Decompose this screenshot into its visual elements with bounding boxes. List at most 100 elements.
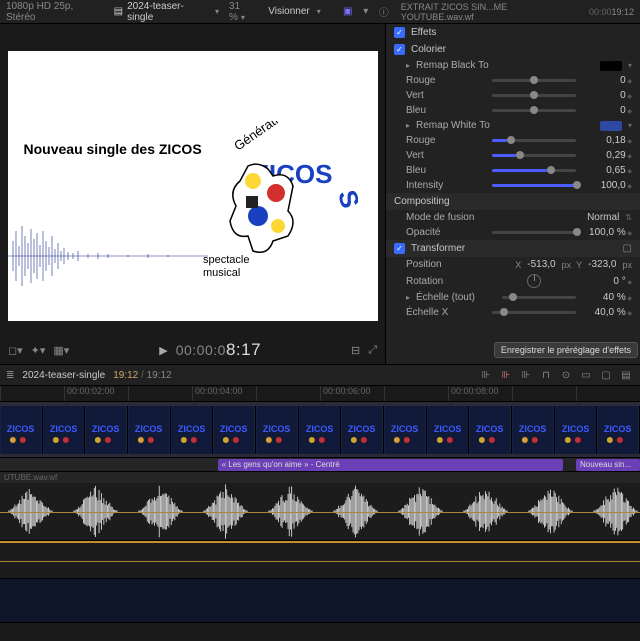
audio-track-2[interactable] — [0, 543, 640, 579]
video-thumbnail[interactable]: ZICOS — [597, 406, 640, 454]
audio-track-1[interactable] — [0, 483, 640, 541]
preview-canvas[interactable]: Nouveau single des ZICOS dummy — [8, 51, 378, 321]
project-label: 2024-teaser-single — [127, 1, 208, 23]
position-label: Position — [406, 259, 486, 270]
effects-header[interactable]: Effets — [411, 27, 436, 38]
settings-icon[interactable]: ▤ — [618, 368, 634, 382]
rouge-val[interactable]: 0 — [582, 75, 632, 86]
index-icon[interactable]: ≣ — [6, 370, 14, 381]
solo-icon[interactable]: ⊪ — [518, 368, 534, 382]
opacity-slider[interactable] — [492, 231, 576, 234]
play-button[interactable]: ▶ — [159, 344, 167, 357]
audio-skim-icon[interactable]: ⊪ — [498, 368, 514, 382]
bleu2-slider[interactable] — [492, 169, 576, 172]
video-thumbnail[interactable]: ZICOS — [555, 406, 598, 454]
rouge2-slider[interactable] — [492, 139, 576, 142]
opacity-val[interactable]: 100,0 % — [582, 227, 632, 238]
effects-checkbox[interactable]: ✓ — [394, 27, 405, 38]
scale-x-slider[interactable] — [492, 311, 576, 314]
headphones-icon[interactable]: ⊙ — [558, 368, 574, 382]
video-thumbnail[interactable]: ZICOS — [512, 406, 555, 454]
disclosure-icon[interactable]: ▸ — [406, 293, 410, 302]
timeline-area[interactable]: ZICOSZICOSZICOSZICOSZICOSZICOSZICOSZICOS… — [0, 402, 640, 623]
svg-text:ZICOS: ZICOS — [562, 424, 590, 434]
video-track[interactable]: ZICOSZICOSZICOSZICOSZICOSZICOSZICOSZICOS… — [0, 402, 640, 458]
color-tool-icon[interactable]: ▦▾ — [53, 344, 69, 357]
scale-all-slider[interactable] — [502, 296, 576, 299]
video-thumbnail[interactable]: ZICOS — [85, 406, 128, 454]
reveal-icon[interactable]: ▾ — [359, 5, 373, 19]
video-thumbnail[interactable]: ZICOS — [256, 406, 299, 454]
skimming-icon[interactable]: ⊪ — [478, 368, 494, 382]
timeline-ruler[interactable]: 00:00:02:00 00:00:04:00 00:00:06:00 00:0… — [0, 386, 640, 402]
scale-all-val[interactable]: 40 % — [582, 292, 632, 303]
black-swatch[interactable] — [600, 61, 622, 71]
video-thumbnail[interactable]: ZICOS — [43, 406, 86, 454]
video-thumbnail[interactable]: ZICOS — [341, 406, 384, 454]
zoom-level[interactable]: 31 % — [229, 1, 258, 23]
transformer-checkbox[interactable]: ✓ — [394, 243, 405, 254]
vert2-slider[interactable] — [492, 154, 576, 157]
vert-val[interactable]: 0 — [582, 90, 632, 101]
rouge2-val[interactable]: 0,18 — [582, 135, 632, 146]
video-thumbnail[interactable]: ZICOS — [299, 406, 342, 454]
bleu2-label: Bleu — [406, 165, 486, 176]
svg-text:ZICOS: ZICOS — [306, 424, 334, 434]
view-menu[interactable]: Visionner — [268, 6, 321, 17]
scale-all-label: Échelle (tout) — [416, 292, 496, 303]
video-thumbnail[interactable]: ZICOS — [128, 406, 171, 454]
svg-text:ZICOS: ZICOS — [604, 424, 632, 434]
svg-text:ZICOS: ZICOS — [92, 424, 120, 434]
rotation-val[interactable]: 0 ° — [582, 276, 632, 287]
colorier-header[interactable]: Colorier — [411, 44, 446, 55]
pos-y-val[interactable]: -323,0 — [588, 259, 616, 270]
bleu-label: Bleu — [406, 105, 486, 116]
bleu-val[interactable]: 0 — [582, 105, 632, 116]
colorier-checkbox[interactable]: ✓ — [394, 44, 405, 55]
save-icon[interactable]: ▣ — [341, 5, 355, 19]
transform-box-icon[interactable]: ▢ — [623, 243, 632, 254]
video-thumbnail[interactable]: ZICOS — [171, 406, 214, 454]
transformer-header[interactable]: Transformer — [411, 243, 465, 254]
intensity-val[interactable]: 100,0 — [582, 180, 632, 191]
disclosure-icon[interactable]: ▸ — [406, 121, 410, 130]
bleu2-val[interactable]: 0,65 — [582, 165, 632, 176]
video-thumbnail[interactable]: ZICOS — [0, 406, 43, 454]
pos-x-val[interactable]: -513,0 — [527, 259, 555, 270]
compositing-header[interactable]: Compositing — [394, 196, 450, 207]
project-name[interactable]: ▤ 2024-teaser-single — [114, 1, 219, 23]
snap-icon[interactable]: ⊓ — [538, 368, 554, 382]
opacity-label: Opacité — [406, 227, 486, 238]
music-track[interactable] — [0, 579, 640, 623]
svg-text:ZICOS: ZICOS — [50, 424, 78, 434]
title-clip-1[interactable]: « Les gens qu'on aime » - Centré — [218, 459, 564, 471]
display-icon[interactable]: ▢ — [598, 368, 614, 382]
rouge-slider[interactable] — [492, 79, 576, 82]
rotation-label: Rotation — [406, 276, 486, 287]
video-thumbnail[interactable]: ZICOS — [469, 406, 512, 454]
intensity-slider[interactable] — [492, 184, 576, 187]
ruler-tick — [128, 386, 192, 401]
title-track[interactable]: « Les gens qu'on aime » - Centré Nouveau… — [0, 458, 640, 472]
video-thumbnail[interactable]: ZICOS — [213, 406, 256, 454]
loop-icon[interactable]: ⊟ — [351, 344, 360, 357]
disclosure-icon[interactable]: ▸ — [406, 61, 410, 70]
scale-x-val[interactable]: 40,0 % — [582, 307, 632, 318]
video-thumbnail[interactable]: ZICOS — [384, 406, 427, 454]
title-clip-2[interactable]: Nouveau sin... — [576, 459, 640, 471]
bleu-slider[interactable] — [492, 109, 576, 112]
vert-slider[interactable] — [492, 94, 576, 97]
tl-project-name[interactable]: 2024-teaser-single — [22, 370, 105, 381]
video-thumbnail[interactable]: ZICOS — [427, 406, 470, 454]
wand-tool-icon[interactable]: ✦▾ — [31, 344, 46, 357]
vert2-val[interactable]: 0,29 — [582, 150, 632, 161]
timecode-display[interactable]: 00:00:08:17 — [176, 340, 261, 360]
square-tool-icon[interactable]: ◻▾ — [8, 344, 23, 357]
blend-value[interactable]: Normal — [587, 212, 619, 223]
help-icon[interactable]: ⓘ — [377, 5, 391, 19]
rotation-dial[interactable] — [527, 274, 541, 288]
fullscreen-icon[interactable]: ⤢ — [368, 344, 377, 357]
svg-text:spectacle: spectacle — [203, 254, 249, 266]
white-swatch[interactable] — [600, 121, 622, 131]
magnetic-icon[interactable]: ▭ — [578, 368, 594, 382]
